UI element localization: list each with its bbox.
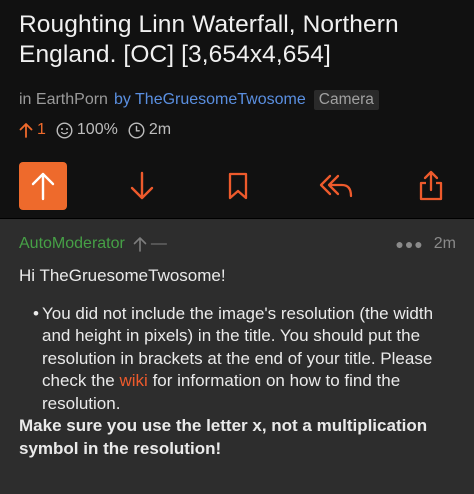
upvote-ratio-value: 100% (76, 121, 118, 138)
author-link[interactable]: TheGruesomeTwosome (135, 91, 306, 108)
bullet-text: You did not include the image's resoluti… (42, 303, 459, 416)
comment: AutoModerator — ●●● 2m Hi TheGruesomeTwo… (0, 219, 474, 494)
post-stats: 1 100% 2m (19, 121, 181, 139)
comment-right: ●●● 2m (395, 235, 456, 253)
arrow-up-icon (31, 172, 55, 201)
comment-header: AutoModerator — ●●● 2m (19, 234, 456, 254)
post-card: Roughting Linn Waterfall, Northern Engla… (0, 0, 474, 218)
comment-body: Hi TheGruesomeTwosome! • You did not inc… (19, 265, 459, 460)
bullet-dot: • (33, 303, 39, 323)
reply-all-icon (319, 174, 353, 198)
smiley-icon (56, 121, 73, 139)
upvote-button[interactable] (19, 162, 67, 210)
wiki-link[interactable]: wiki (120, 371, 148, 390)
arrow-up-icon (19, 123, 33, 138)
post-meta: in EarthPorn by TheGruesomeTwosome Camer… (19, 90, 379, 110)
post-age-value: 2m (148, 121, 172, 138)
share-button[interactable] (407, 162, 455, 210)
comment-greeting: Hi TheGruesomeTwosome! (19, 266, 226, 285)
arrow-down-icon (130, 171, 154, 200)
clock-icon (128, 121, 145, 139)
downvote-button[interactable] (118, 162, 166, 210)
bookmark-icon (228, 172, 248, 200)
author-by-label: by TheGruesomeTwosome (114, 91, 306, 109)
more-options-icon[interactable]: ●●● (395, 236, 423, 252)
score-value: 1 (37, 121, 46, 138)
post-age: 2m (128, 121, 171, 139)
subreddit-prefix: in (19, 91, 36, 108)
by-label: by (113, 91, 131, 108)
subreddit-link[interactable]: EarthPorn (36, 91, 108, 109)
comment-age: 2m (433, 235, 456, 252)
upvote-ratio: 100% (56, 121, 118, 139)
arrow-up-icon[interactable] (133, 236, 147, 252)
flair-badge: Camera (313, 90, 379, 110)
save-button[interactable] (214, 162, 262, 210)
comment-vote: — (133, 235, 167, 253)
action-bar (0, 162, 474, 212)
score: 1 (19, 121, 46, 139)
post-title: Roughting Linn Waterfall, Northern Engla… (19, 11, 399, 68)
reply-button[interactable] (312, 162, 360, 210)
share-icon (419, 170, 443, 201)
comment-bullet: • You did not include the image's resolu… (33, 303, 459, 416)
comment-author[interactable]: AutoModerator (19, 235, 125, 253)
comment-bold-note: Make sure you use the letter x, not a mu… (19, 416, 428, 458)
comment-score: — (150, 235, 167, 252)
